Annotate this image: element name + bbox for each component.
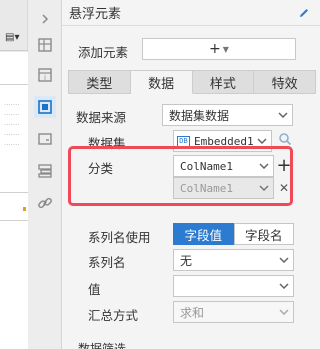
data-source-label: 数据来源 xyxy=(76,110,127,125)
chevron-down-icon xyxy=(255,156,273,176)
chevron-down-icon xyxy=(275,250,293,270)
tab-style[interactable]: 样式 xyxy=(192,70,255,94)
category-select-2[interactable]: ColName1 xyxy=(173,177,274,199)
panel-title: 悬浮元素 xyxy=(69,7,122,22)
data-source-select[interactable]: 数据集数据 xyxy=(162,104,293,126)
category-value-2: ColName1 xyxy=(180,181,233,195)
field-name-button[interactable]: 字段名 xyxy=(233,223,294,245)
property-toolbar: i xyxy=(28,0,62,349)
summary-method-value: 求和 xyxy=(180,305,205,320)
add-element-dropdown[interactable]: + ▼ xyxy=(142,38,296,60)
value-label: 值 xyxy=(88,282,101,297)
ruler-line xyxy=(0,84,28,85)
remove-category-close-icon[interactable]: ✕ xyxy=(278,181,290,195)
condition-attribute-icon[interactable] xyxy=(34,160,56,182)
edit-pencil-icon[interactable] xyxy=(296,5,312,21)
category-select[interactable]: ColName1 xyxy=(173,155,274,177)
series-name-label: 系列名 xyxy=(88,255,126,270)
cell-marker xyxy=(23,207,26,211)
data-source-value: 数据集数据 xyxy=(169,108,230,123)
report-canvas-strip: ▤▾ ······· ······· ······· ······· ······· xyxy=(0,0,28,349)
widget-icon[interactable] xyxy=(34,128,56,150)
toolbar-divider xyxy=(0,50,28,51)
chevron-down-icon xyxy=(255,178,273,198)
expand-arrow-icon[interactable] xyxy=(34,8,56,30)
panel-tabs: 类型 数据 样式 特效 xyxy=(68,70,316,94)
grid-line xyxy=(0,220,28,221)
grid-dots: ······· ······· ······· ······· ······· xyxy=(4,101,20,149)
svg-text:i: i xyxy=(44,74,46,82)
series-name-use-label: 系列名使用 xyxy=(88,230,151,245)
hyperlink-icon[interactable] xyxy=(34,192,56,214)
chevron-down-icon xyxy=(275,302,293,322)
series-name-value: 无 xyxy=(180,253,193,268)
tab-type[interactable]: 类型 xyxy=(68,70,131,94)
add-element-plus: + xyxy=(209,41,221,57)
search-icon[interactable] xyxy=(277,131,293,147)
table-dataset-icon: DB xyxy=(177,135,190,147)
add-element-label: 添加元素 xyxy=(78,45,129,60)
tab-effect[interactable]: 特效 xyxy=(254,70,316,94)
value-select[interactable] xyxy=(173,275,294,297)
cell-attribute-icon[interactable]: i xyxy=(34,64,56,86)
field-value-button[interactable]: 字段值 xyxy=(173,223,234,245)
cell-element-icon[interactable] xyxy=(34,34,56,56)
report-canvas[interactable] xyxy=(0,52,28,349)
summary-method-select[interactable]: 求和 xyxy=(173,301,294,323)
data-filter-label: 数据筛选 xyxy=(78,342,127,349)
float-element-icon[interactable] xyxy=(34,96,56,118)
panel-title-bar: 悬浮元素 xyxy=(62,0,320,26)
summary-method-label: 汇总方式 xyxy=(88,308,139,323)
chevron-down-icon: ▼ xyxy=(222,44,229,54)
category-value: ColName1 xyxy=(180,159,233,173)
series-name-use-toggle: 字段值 字段名 xyxy=(173,223,294,245)
chevron-down-icon xyxy=(275,276,293,296)
add-category-plus-icon[interactable]: + xyxy=(276,155,291,176)
series-name-select[interactable]: 无 xyxy=(173,249,294,271)
grid-line xyxy=(0,192,28,193)
chevron-down-icon xyxy=(274,105,292,125)
tab-data[interactable]: 数据 xyxy=(130,70,193,94)
format-icon[interactable]: ▤▾ xyxy=(5,32,19,43)
category-label: 分类 xyxy=(88,161,114,176)
